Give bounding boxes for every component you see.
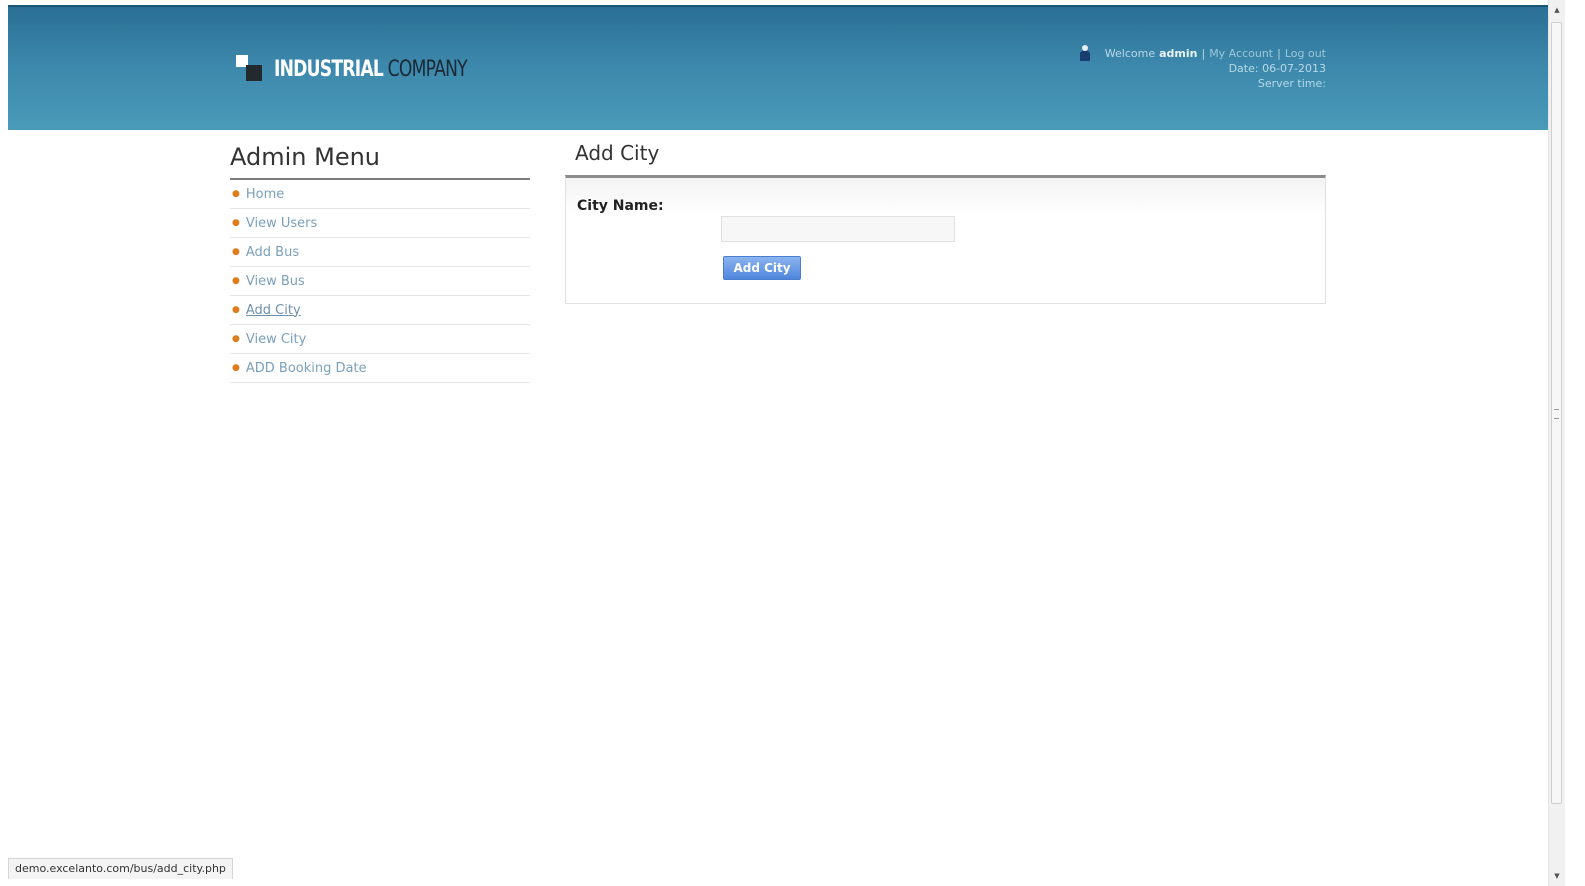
- user-welcome-line: Welcome admin | My Account | Log out: [1079, 45, 1326, 61]
- add-city-form-panel: City Name: Add City: [565, 175, 1326, 304]
- sidebar-link-home[interactable]: Home: [246, 187, 284, 202]
- sidebar-item-view-users: ● View Users: [230, 209, 530, 238]
- status-bar-url: demo.excelanto.com/bus/add_city.php: [8, 858, 233, 879]
- bullet-icon: ●: [232, 218, 240, 228]
- bullet-icon: ●: [232, 363, 240, 373]
- bullet-icon: ●: [232, 334, 240, 344]
- logo-word-company: COMPANY: [387, 57, 468, 82]
- site-header: INDUSTRIAL COMPANY Welcome admin | My Ac…: [8, 5, 1548, 130]
- bullet-icon: ●: [232, 247, 240, 257]
- user-icon: [1079, 45, 1091, 61]
- sidebar-link-view-city[interactable]: View City: [246, 332, 306, 347]
- thumb-grip-icon: [1554, 409, 1559, 419]
- scroll-thumb[interactable]: [1551, 22, 1562, 804]
- city-name-label: City Name:: [577, 198, 664, 214]
- logout-link[interactable]: Log out: [1285, 46, 1326, 61]
- sidebar-item-add-bus: ● Add Bus: [230, 238, 530, 267]
- scroll-up-icon[interactable]: ▲: [1549, 2, 1565, 18]
- separator: |: [1277, 46, 1281, 60]
- bullet-icon: ●: [232, 276, 240, 286]
- welcome-text: Welcome: [1104, 46, 1156, 60]
- vertical-scrollbar[interactable]: ▲ ▼: [1548, 0, 1565, 886]
- sidebar-link-add-bus[interactable]: Add Bus: [246, 245, 299, 260]
- username: admin: [1159, 46, 1198, 60]
- logo-text: INDUSTRIAL COMPANY: [274, 57, 468, 83]
- admin-sidebar: Admin Menu ● Home ● View Users ● Add Bus…: [230, 140, 530, 383]
- server-time-line: Server time:: [1257, 77, 1326, 90]
- sidebar-link-add-booking-date[interactable]: ADD Booking Date: [246, 361, 367, 376]
- sidebar-item-view-city: ● View City: [230, 325, 530, 354]
- add-city-button[interactable]: Add City: [723, 256, 801, 280]
- sidebar-item-view-bus: ● View Bus: [230, 267, 530, 296]
- scroll-down-icon[interactable]: ▼: [1549, 868, 1565, 884]
- logo-mark-icon: [236, 55, 266, 83]
- sidebar-link-view-bus[interactable]: View Bus: [246, 274, 305, 289]
- sidebar-item-add-booking-date: ● ADD Booking Date: [230, 354, 530, 383]
- page-title: Add City: [575, 141, 660, 165]
- bullet-icon: ●: [232, 189, 240, 199]
- sidebar-item-add-city: ● Add City: [230, 296, 530, 325]
- date-line: Date: 06-07-2013: [1228, 62, 1326, 75]
- sidebar-item-home: ● Home: [230, 180, 530, 209]
- sidebar-link-add-city[interactable]: Add City: [246, 303, 301, 318]
- sidebar-title: Admin Menu: [230, 140, 530, 180]
- admin-menu: ● Home ● View Users ● Add Bus ● View Bus…: [230, 180, 530, 383]
- city-name-input[interactable]: [721, 216, 955, 242]
- bullet-icon: ●: [232, 305, 240, 315]
- separator: |: [1201, 46, 1206, 60]
- logo-word-industrial: INDUSTRIAL: [274, 57, 384, 82]
- user-info: Welcome admin | My Account | Log out Dat…: [1079, 45, 1326, 91]
- sidebar-link-view-users[interactable]: View Users: [246, 216, 317, 231]
- company-logo[interactable]: INDUSTRIAL COMPANY: [236, 55, 521, 83]
- my-account-link[interactable]: My Account: [1209, 46, 1273, 61]
